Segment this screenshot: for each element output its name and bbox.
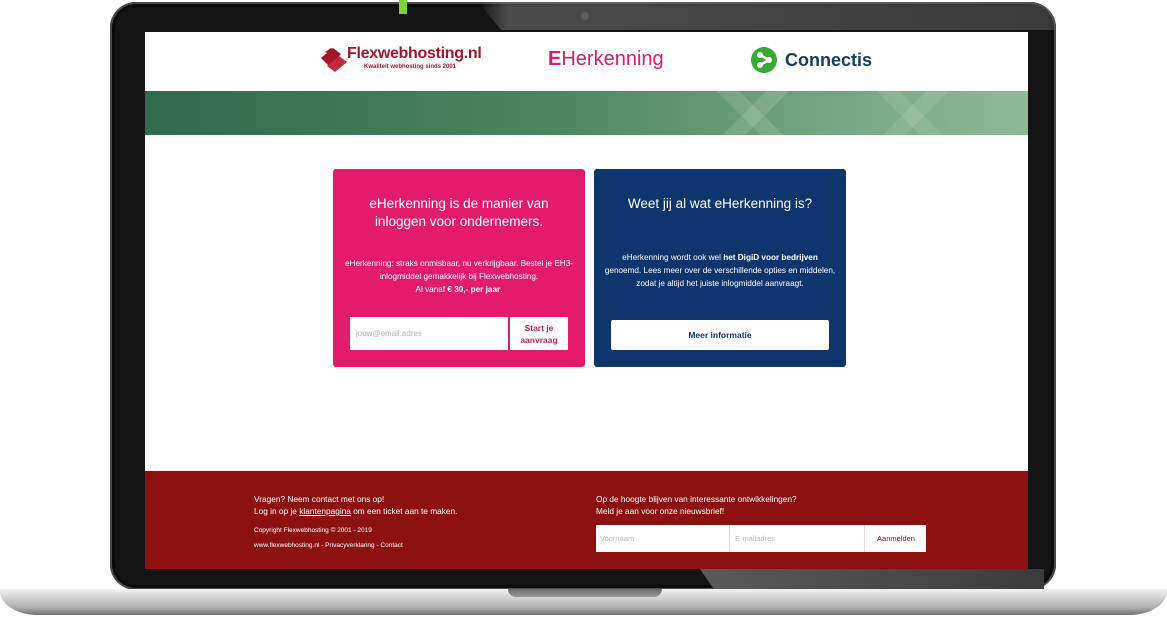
subscribe-button[interactable]: Aanmelden	[866, 525, 926, 552]
start-request-button[interactable]: Start je aanvraag	[510, 317, 568, 350]
connectis-icon	[751, 47, 777, 73]
eherkenning-logo[interactable]: EHerkenning	[548, 48, 664, 71]
info-card: Weet jij al wat eHerkenning is? eHerkenn…	[594, 169, 846, 367]
newsletter-line1: Op de hoogte blijven van interessante on…	[596, 494, 797, 504]
more-info-button[interactable]: Meer informatie	[611, 320, 829, 350]
customer-page-link[interactable]: klantenpagina	[299, 506, 351, 516]
newsletter-line2: Meld je aan voor onze nieuwsbrief!	[596, 506, 725, 516]
flexwebhosting-logo[interactable]: Flexwebhosting.nl Kwaliteit webhosting s…	[319, 44, 482, 78]
info-card-text-bold: het DigiD voor bedrijven	[723, 253, 818, 262]
order-card-title: eHerkenning is de manier van inloggen vo…	[369, 196, 549, 229]
footer: Vragen? Neem contact met ons op! Log in …	[145, 471, 1028, 569]
contact-line: Vragen? Neem contact met ons op!	[254, 494, 385, 504]
footer-contact: Vragen? Neem contact met ons op! Log in …	[254, 493, 457, 549]
logo-header: Flexwebhosting.nl Kwaliteit webhosting s…	[145, 32, 1028, 91]
footer-legal-links[interactable]: www.flexwebhosting.nl - Privacyverklarin…	[254, 542, 457, 549]
newsletter-email-input[interactable]	[731, 525, 865, 552]
contact-login-line: Log in op je klantenpagina om een ticket…	[254, 505, 457, 517]
camera-dot	[581, 12, 589, 20]
start-button-line1: Start je	[524, 322, 554, 333]
info-card-text-start: eHerkenning wordt ook wel	[622, 253, 724, 262]
email-input[interactable]	[350, 317, 508, 350]
info-card-title: Weet jij al wat eHerkenning is?	[627, 196, 813, 211]
laptop-notch	[508, 589, 662, 597]
flexwebhosting-name: Flexwebhosting.nl	[347, 45, 482, 62]
eherkenning-name: Herkenning	[561, 48, 664, 70]
contact-login-prefix: Log in op je	[254, 506, 300, 516]
connectis-name: Connectis	[785, 50, 873, 70]
order-card-text: eHerkenning: straks onmisbaar, nu verkri…	[343, 257, 575, 296]
newsletter-form: Aanmelden	[596, 525, 926, 552]
flexwebhosting-tagline: Kwaliteit webhosting sinds 2001	[364, 64, 457, 70]
order-card-price-prefix: Al vanaf	[415, 285, 448, 294]
banner-pattern	[708, 91, 798, 135]
green-accent	[399, 0, 407, 14]
lid-reflection	[478, 2, 1056, 30]
order-card-price-suffix: .	[500, 285, 503, 294]
newsletter-text: Op de hoogte blijven van interessante on…	[596, 493, 797, 517]
order-card: eHerkenning is de manier van inloggen vo…	[333, 169, 585, 367]
order-card-intro: eHerkenning: straks onmisbaar, nu verkri…	[345, 259, 573, 281]
order-card-price: € 30,- per jaar	[447, 285, 501, 294]
laptop-screen: Flexwebhosting.nl Kwaliteit webhosting s…	[145, 32, 1028, 569]
info-card-text: eHerkenning wordt ook wel het DigiD voor…	[604, 251, 836, 290]
eherkenning-mark: E	[548, 48, 562, 70]
contact-login-suffix: om een ticket aan te maken.	[350, 506, 458, 516]
bezel-reflection	[700, 569, 1044, 589]
green-banner	[145, 91, 1028, 135]
first-name-input[interactable]	[596, 525, 730, 552]
copyright-text: Copyright Flexwebhosting © 2001 - 2019	[254, 527, 372, 534]
start-button-line2: aanvraag	[520, 334, 558, 345]
banner-pattern	[868, 91, 958, 135]
info-card-text-end: genoemd. Lees meer over de verschillende…	[604, 266, 836, 288]
